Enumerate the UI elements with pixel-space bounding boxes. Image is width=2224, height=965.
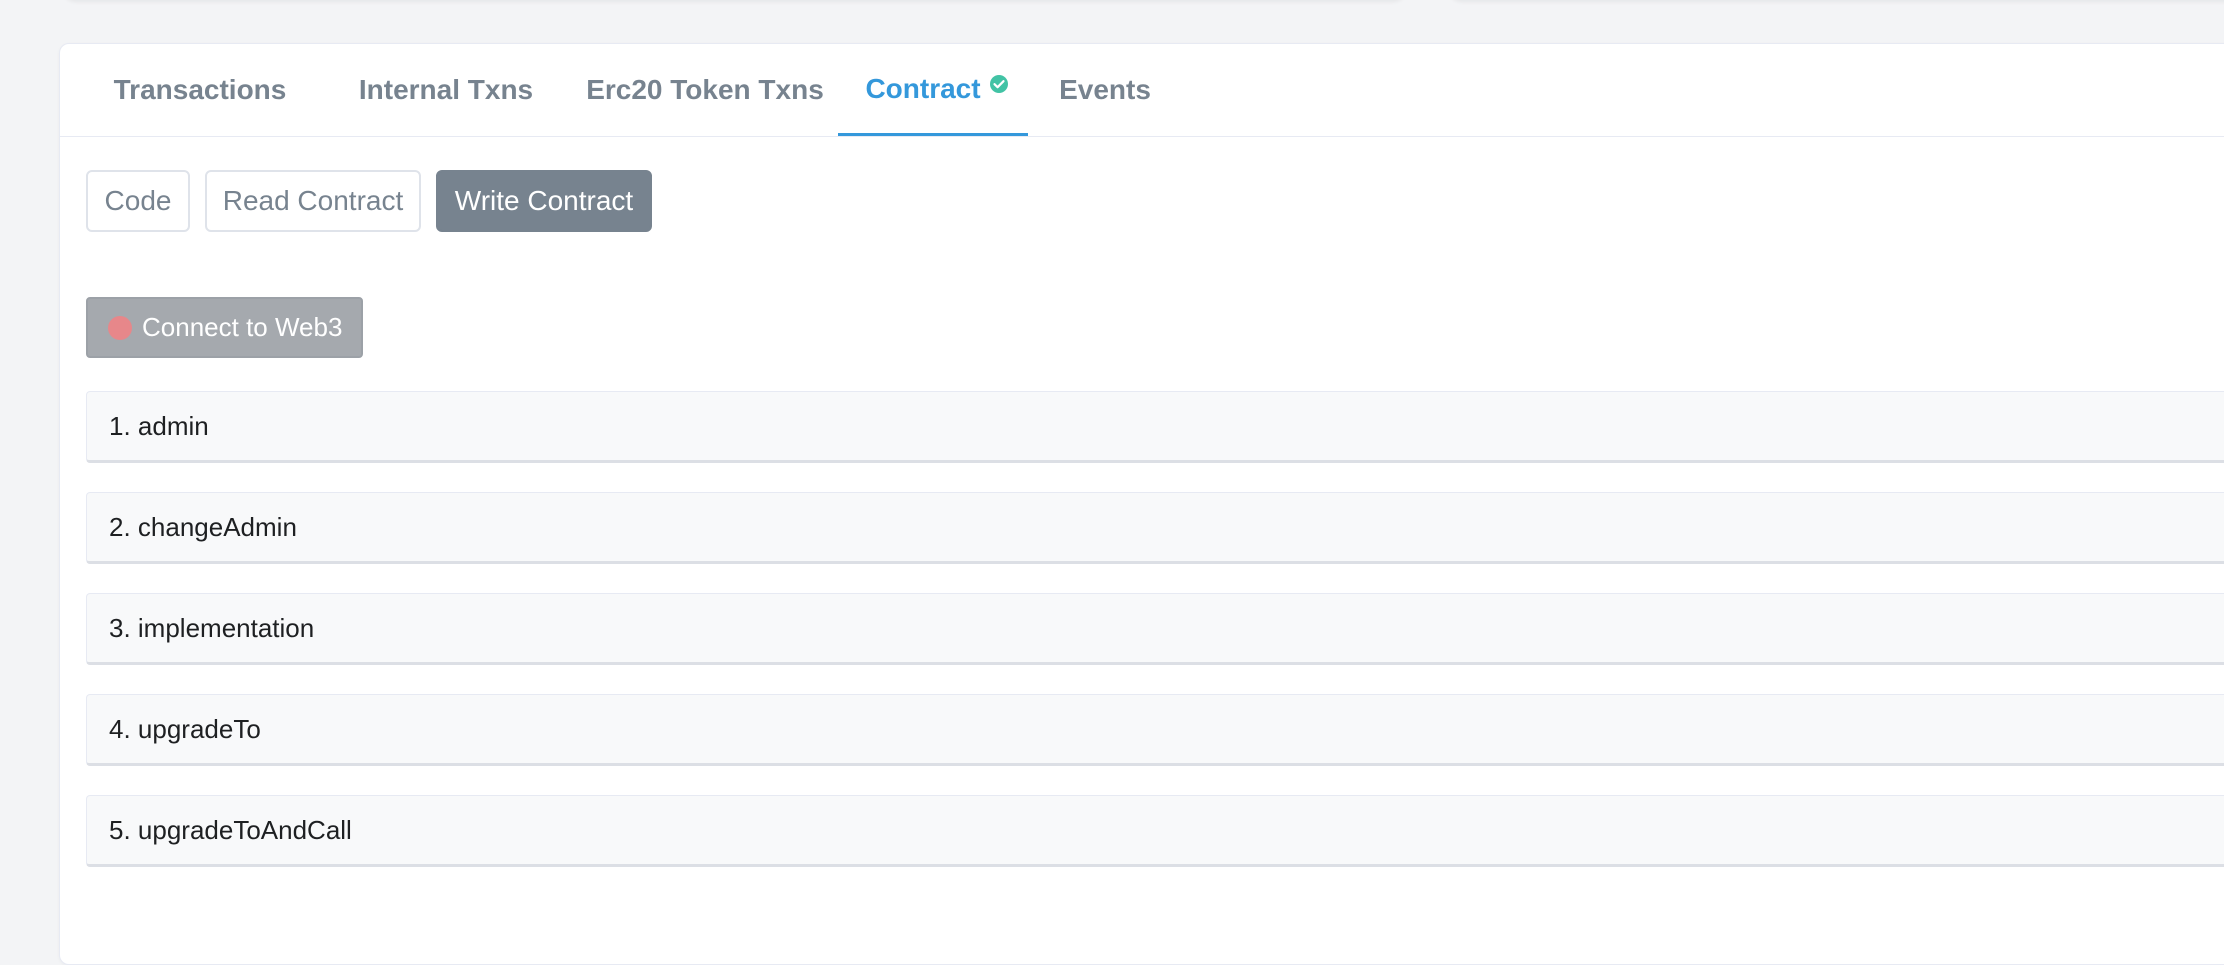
status-dot-icon xyxy=(108,315,132,340)
tab-internal-txns[interactable]: Internal Txns xyxy=(338,44,554,136)
tab-bar: Transactions Internal Txns Erc20 Token T… xyxy=(60,44,2224,137)
tab-erc20-token-txns[interactable]: Erc20 Token Txns xyxy=(555,44,855,136)
connect-web3-button[interactable]: Connect to Web3 xyxy=(86,297,363,358)
tab-label: Transactions xyxy=(113,74,287,105)
check-circle-icon xyxy=(989,69,1009,93)
contract-card: Transactions Internal Txns Erc20 Token T… xyxy=(59,43,2224,965)
connect-label: Connect to Web3 xyxy=(142,312,343,342)
function-row-upgrade-to[interactable]: 4. upgradeTo xyxy=(86,694,2224,766)
read-contract-button[interactable]: Read Contract xyxy=(205,170,421,232)
tab-label: Erc20 Token Txns xyxy=(586,74,824,105)
function-row-admin[interactable]: 1. admin xyxy=(86,391,2224,463)
tab-label: Contract xyxy=(865,72,981,104)
function-row-implementation[interactable]: 3. implementation xyxy=(86,593,2224,665)
write-contract-button[interactable]: Write Contract xyxy=(436,170,652,232)
tab-label: Events xyxy=(1059,74,1151,105)
function-row-change-admin[interactable]: 2. changeAdmin xyxy=(86,492,2224,564)
tab-events[interactable]: Events xyxy=(1040,44,1170,136)
tab-contract[interactable]: Contract xyxy=(838,44,1028,136)
code-button[interactable]: Code xyxy=(86,170,190,232)
tab-transactions[interactable]: Transactions xyxy=(60,44,340,136)
function-row-upgrade-to-and-call[interactable]: 5. upgradeToAndCall xyxy=(86,795,2224,867)
tab-label: Internal Txns xyxy=(358,74,534,105)
